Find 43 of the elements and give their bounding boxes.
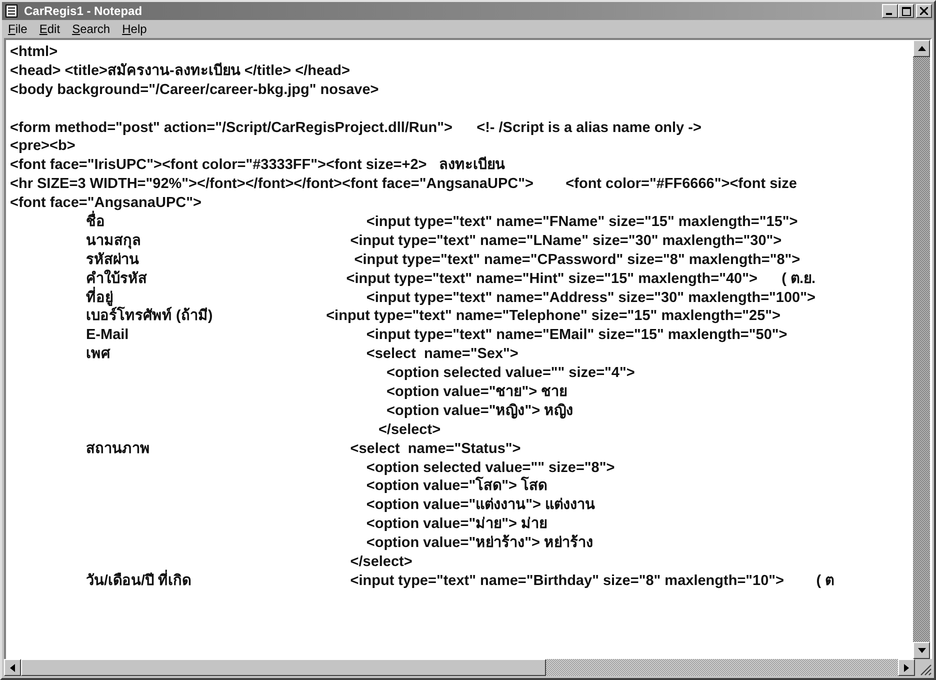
code-line: <option selected value="" size="8">: [366, 460, 615, 476]
vertical-scrollbar[interactable]: [913, 40, 930, 659]
menu-item[interactable]: Edit: [39, 22, 60, 36]
code-line: <option value="โสด"> โสด: [366, 478, 547, 494]
close-button[interactable]: [916, 4, 932, 18]
code-line: <option value="แต่งงาน"> แต่งงาน: [366, 497, 595, 514]
maximize-button[interactable]: [898, 4, 914, 18]
code-line: <hr SIZE=3 WIDTH="92%"></font></font></font><font face="AngsanaUPC"> <font color="#FF6666"><font size: [10, 176, 797, 192]
minimize-button[interactable]: [882, 4, 898, 18]
window-title: CarRegis1 - Notepad: [24, 4, 144, 18]
scroll-right-icon[interactable]: [904, 664, 909, 672]
size-grip-icon[interactable]: [920, 664, 932, 676]
close-icon: [920, 7, 928, 15]
code-line: <font face="IrisUPC"><font color="#3333FF"><font size=+2> ลงทะเบียน: [10, 157, 505, 174]
code-line: <head> <title>สมัครงาน-ลงทะเบียน </title> </head>: [10, 62, 350, 79]
code-line: <option value="หย่าร้าง"> หย่าร้าง: [366, 535, 593, 552]
code-line: รหัสผ่าน <input type="text" name="CPassword" size="8" maxlength="8">: [86, 252, 800, 268]
code-line: เพศ <select name="Sex">: [86, 346, 518, 362]
code-line: คำใบ้รหัส <input type="text" name="Hint" size="15" maxlength="40"> ( ต.ย.: [86, 270, 816, 287]
horizontal-scrollbar[interactable]: [4, 659, 932, 676]
code-line: สถานภาพ <select name="Status">: [86, 440, 521, 457]
notepad-icon: [4, 4, 20, 18]
code-line: </select>: [350, 554, 412, 570]
code-line: <option value="หญิง"> หญิง: [386, 402, 574, 419]
code-line: E-Mail <input type="text" name="EMail" size="15" maxlength="50">: [86, 327, 788, 344]
code-line: <option selected value="" size="4">: [386, 365, 635, 382]
code-line: <option value="ม่าย"> ม่าย: [366, 516, 547, 532]
code-line: <font face="AngsanaUPC">: [10, 195, 202, 212]
code-line: นามสกุล <input type="text" name="LName" size="30" maxlength="30">: [86, 232, 782, 249]
scroll-down-icon[interactable]: [918, 648, 926, 653]
menu-item[interactable]: Help: [122, 22, 147, 36]
scroll-left-icon[interactable]: [10, 664, 15, 672]
code-line: </select>: [378, 422, 441, 438]
code-line: <option value="ชาย"> ชาย: [386, 384, 568, 400]
scroll-up-icon[interactable]: [918, 46, 926, 51]
code-line: <pre><b>: [10, 138, 76, 154]
maximize-icon: [902, 6, 910, 16]
code-line: <body background="/Career/career-bkg.jpg" nosave>: [10, 82, 379, 98]
code-line: เบอร์โทรศัพท์ (ถ้ามี) <input type="text" name="Telephone" size="15" maxlength="25">: [86, 308, 781, 324]
code-line: <html>: [10, 44, 58, 60]
menu-item[interactable]: Search: [72, 22, 110, 36]
code-line: <form method="post" action="/Script/CarRegisProject.dll/Run"> <!- /Script is a alias name only ->: [10, 120, 702, 136]
menu-item[interactable]: File: [8, 22, 28, 36]
